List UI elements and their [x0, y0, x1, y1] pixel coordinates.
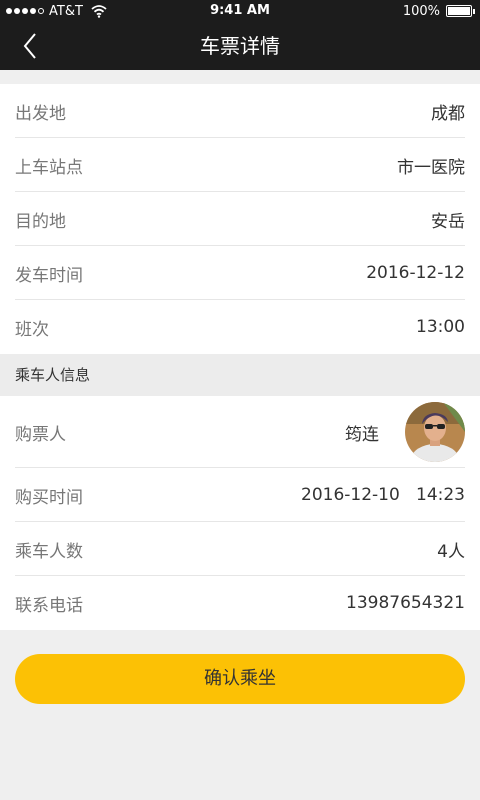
schedule-row: 班次 13:00: [0, 300, 480, 354]
phone-value: 13987654321: [346, 593, 465, 613]
battery-info: 100%: [402, 0, 475, 22]
confirm-ride-button[interactable]: 确认乘坐: [15, 654, 465, 704]
avatar: [405, 402, 465, 462]
phone-label: 联系电话: [15, 595, 83, 616]
origin-value: 成都: [431, 103, 465, 124]
departure-value: 2016-12-12: [366, 263, 465, 283]
passenger-count-value: 4人: [437, 541, 465, 562]
passenger-count-label: 乘车人数: [15, 541, 83, 562]
schedule-value: 13:00: [416, 317, 465, 337]
schedule-label: 班次: [15, 319, 49, 340]
battery-icon: [446, 5, 475, 17]
chevron-left-icon: [23, 33, 36, 59]
purchase-time-value: 2016-12-10 14:23: [301, 485, 465, 505]
back-button[interactable]: [10, 26, 50, 66]
buyer-row: 购票人 筠连: [0, 396, 480, 468]
destination-value: 安岳: [431, 211, 465, 232]
passenger-info-section: 购票人 筠连 购买时间 2016-12-10 14:23 乘车人数 4人 联系电…: [0, 396, 480, 630]
station-value: 市一医院: [397, 157, 465, 178]
departure-row: 发车时间 2016-12-12: [0, 246, 480, 300]
nav-bar: 车票详情: [0, 22, 480, 70]
destination-label: 目的地: [15, 211, 66, 232]
departure-label: 发车时间: [15, 265, 83, 286]
battery-percent: 100%: [402, 3, 440, 19]
destination-row: 目的地 安岳: [0, 192, 480, 246]
purchase-time-row: 购买时间 2016-12-10 14:23: [0, 468, 480, 522]
passenger-count-row: 乘车人数 4人: [0, 522, 480, 576]
status-bar: AT&T 9:41 AM 100%: [0, 0, 480, 22]
station-row: 上车站点 市一医院: [0, 138, 480, 192]
page-title: 车票详情: [200, 34, 280, 58]
station-label: 上车站点: [15, 157, 83, 178]
buyer-label: 购票人: [15, 424, 66, 445]
origin-row: 出发地 成都: [0, 84, 480, 138]
passenger-section-header: 乘车人信息: [0, 354, 480, 396]
purchase-time-label: 购买时间: [15, 487, 83, 508]
origin-label: 出发地: [15, 103, 66, 124]
buyer-value: 筠连: [345, 424, 379, 445]
phone-row: 联系电话 13987654321: [0, 576, 480, 630]
trip-info-section: 出发地 成都 上车站点 市一医院 目的地 安岳 发车时间 2016-12-12 …: [0, 84, 480, 354]
